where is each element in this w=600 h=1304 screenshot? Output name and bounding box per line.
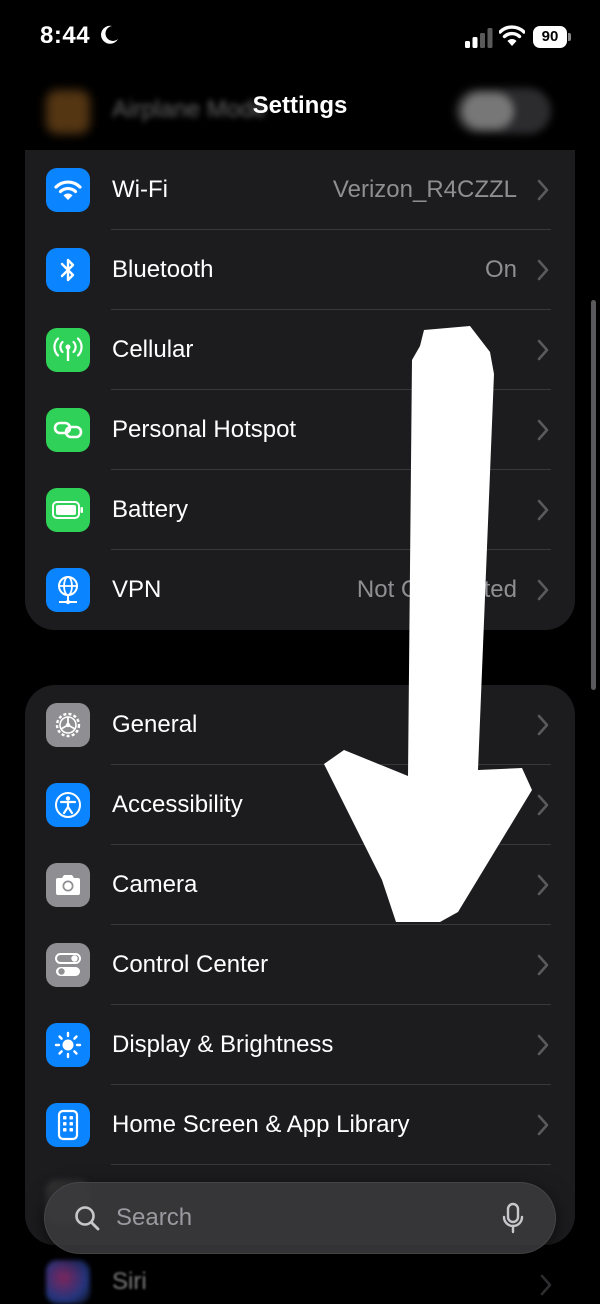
settings-row-display-brightness[interactable]: Display & Brightness [25, 1005, 575, 1085]
settings-row-personal-hotspot[interactable]: Personal Hotspot [25, 390, 575, 470]
settings-row-label: Camera [112, 871, 198, 898]
cellular-signal-icon [465, 28, 493, 48]
chevron-right-icon [537, 179, 549, 201]
settings-row-cellular[interactable]: Cellular [25, 310, 575, 390]
bluetooth-icon [46, 248, 90, 292]
home-screen-icon [46, 1103, 90, 1147]
settings-row-camera[interactable]: Camera [25, 845, 575, 925]
chevron-right-icon [537, 259, 549, 281]
battery-icon [46, 488, 90, 532]
page-title: Settings [252, 92, 348, 119]
siri-icon [46, 1260, 90, 1304]
search-icon [75, 1206, 100, 1231]
chevron-right-icon [537, 579, 549, 601]
settings-row-label: General [112, 711, 198, 738]
settings-row-value: Not Connected [356, 576, 517, 603]
chevron-right-icon [537, 874, 549, 896]
settings-row-wifi[interactable]: Wi-Fi Verizon_R4CZZL [25, 150, 575, 230]
microphone-icon[interactable] [502, 1202, 524, 1234]
settings-row-label: Accessibility [112, 791, 243, 818]
accessibility-icon [46, 783, 90, 827]
hotspot-icon [46, 408, 90, 452]
gear-icon [46, 703, 90, 747]
settings-row-label: Cellular [112, 336, 194, 363]
status-time: 8:44 [40, 22, 91, 49]
settings-row-control-center[interactable]: Control Center [25, 925, 575, 1005]
settings-row-vpn[interactable]: VPN Not Connected [25, 550, 575, 630]
settings-row-label: Control Center [112, 951, 269, 978]
general-group: General Accessibility Camera Control Cen… [25, 685, 575, 1245]
siri-label: Siri [112, 1268, 147, 1295]
chevron-right-icon [540, 1274, 552, 1296]
settings-row-bluetooth[interactable]: Bluetooth On [25, 230, 575, 310]
settings-row-label: Wi-Fi [112, 176, 168, 203]
chevron-right-icon [537, 419, 549, 441]
settings-row-home-screen[interactable]: Home Screen & App Library [25, 1085, 575, 1165]
settings-row-label: Battery [112, 496, 189, 523]
wifi-icon [46, 168, 90, 212]
chevron-right-icon [537, 499, 549, 521]
settings-row-label: Personal Hotspot [112, 416, 297, 443]
cellular-icon [46, 328, 90, 372]
control-center-icon [46, 943, 90, 987]
battery-level: 90 [533, 26, 567, 48]
settings-row-general[interactable]: General [25, 685, 575, 765]
sun-icon [46, 1023, 90, 1067]
connectivity-group: Wi-Fi Verizon_R4CZZL Bluetooth On Cellul… [25, 150, 575, 630]
vpn-globe-icon [46, 568, 90, 612]
search-input[interactable]: Search [116, 1182, 192, 1254]
chevron-right-icon [537, 1114, 549, 1136]
chevron-right-icon [537, 714, 549, 736]
status-bar: 8:44 90 [0, 0, 600, 76]
settings-row-label: Bluetooth [112, 256, 214, 283]
settings-row-value: On [484, 256, 517, 283]
chevron-right-icon [537, 954, 549, 976]
search-bar[interactable]: Search [44, 1182, 556, 1254]
scroll-indicator[interactable] [591, 300, 596, 690]
settings-row-label: Display & Brightness [112, 1031, 334, 1058]
settings-row-accessibility[interactable]: Accessibility [25, 765, 575, 845]
settings-row-value: Verizon_R4CZZL [332, 176, 517, 203]
chevron-right-icon [537, 794, 549, 816]
chevron-right-icon [537, 1034, 549, 1056]
moon-icon [101, 25, 118, 44]
battery-status-icon: 90 [533, 26, 573, 48]
settings-row-label: VPN [112, 576, 162, 603]
chevron-right-icon [537, 339, 549, 361]
settings-row-battery[interactable]: Battery [25, 470, 575, 550]
camera-icon [46, 863, 90, 907]
settings-row-label: Home Screen & App Library [112, 1111, 410, 1138]
wifi-status-icon [499, 25, 525, 46]
